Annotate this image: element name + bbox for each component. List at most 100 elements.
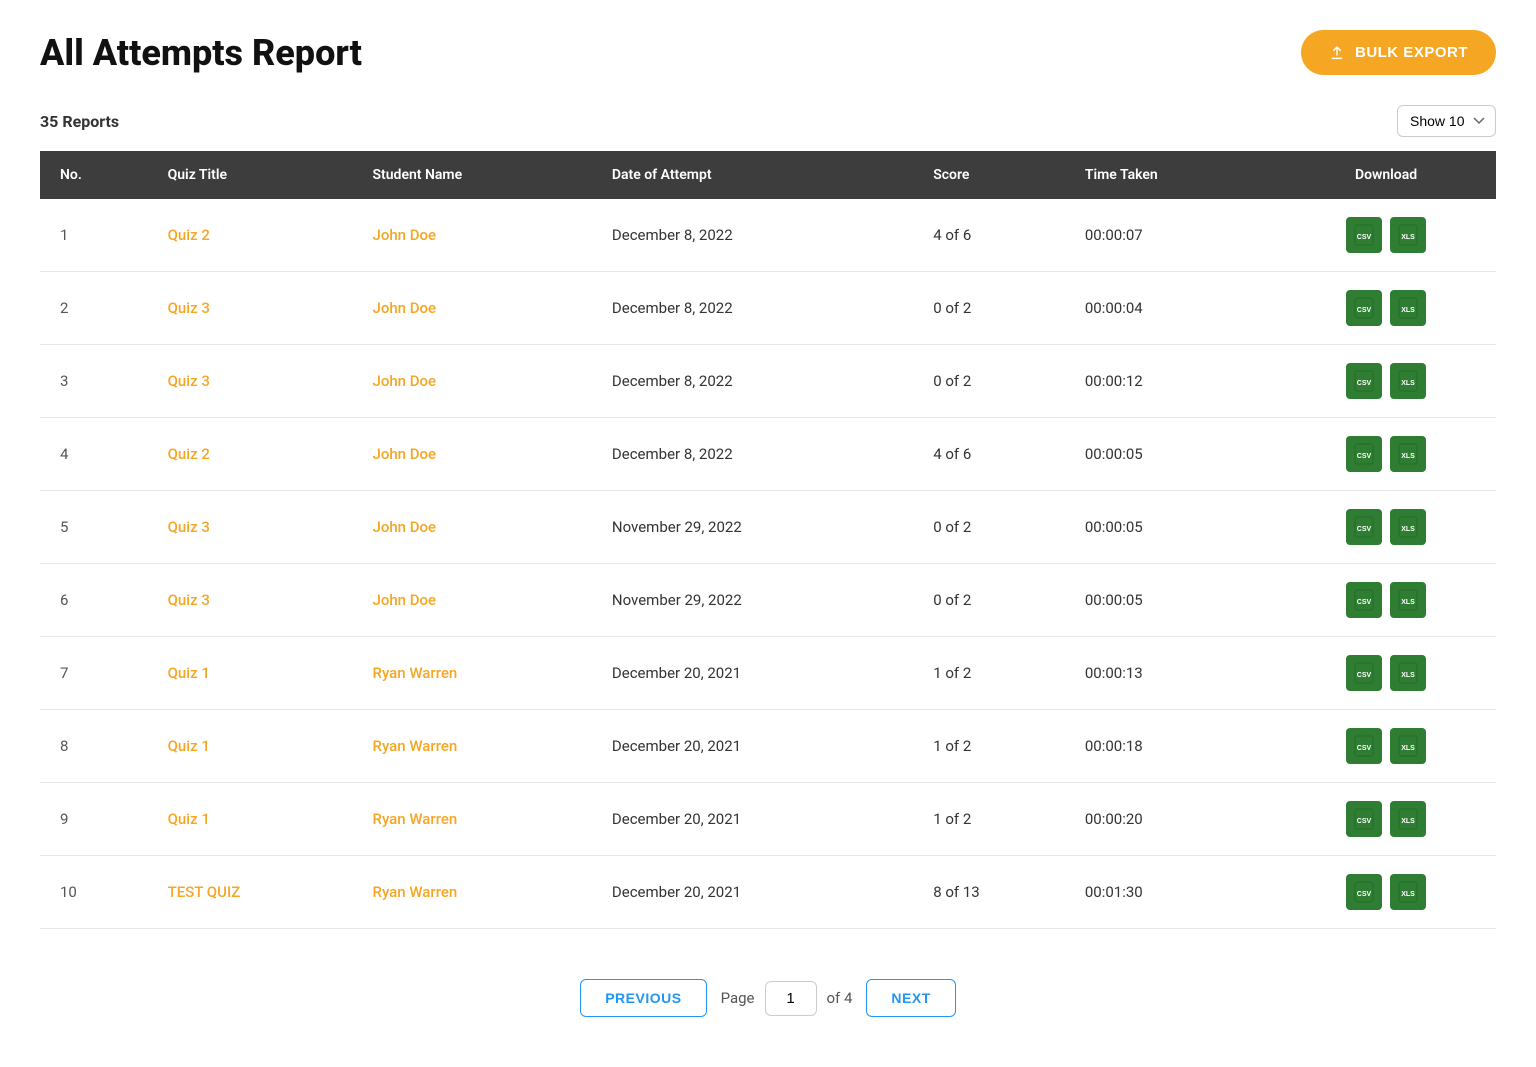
quiz-title-link[interactable]: Quiz 1 (168, 810, 210, 828)
cell-score: 1 of 2 (919, 783, 1071, 856)
csv-file-icon: CSV (1354, 297, 1374, 319)
col-time-taken: Time Taken (1071, 151, 1276, 199)
xls-file-icon: XLS (1398, 808, 1418, 830)
csv-download-button[interactable]: CSV (1346, 217, 1382, 253)
cell-date: December 20, 2021 (598, 710, 919, 783)
quiz-title-link[interactable]: Quiz 3 (168, 518, 210, 536)
svg-text:XLS: XLS (1401, 234, 1415, 241)
show-per-page-select[interactable]: Show 10 Show 25 Show 50 (1397, 105, 1496, 137)
cell-no: 10 (40, 856, 154, 929)
cell-score: 0 of 2 (919, 345, 1071, 418)
cell-score: 0 of 2 (919, 491, 1071, 564)
xls-download-button[interactable]: XLS (1390, 290, 1426, 326)
cell-quiz-title: Quiz 2 (154, 418, 359, 491)
cell-student-name: Ryan Warren (359, 710, 598, 783)
cell-download: CSV XLS (1276, 491, 1496, 564)
xls-download-button[interactable]: XLS (1390, 874, 1426, 910)
cell-date: December 8, 2022 (598, 272, 919, 345)
cell-time: 00:00:13 (1071, 637, 1276, 710)
xls-download-button[interactable]: XLS (1390, 801, 1426, 837)
cell-date: December 8, 2022 (598, 345, 919, 418)
cell-student-name: Ryan Warren (359, 856, 598, 929)
col-no: No. (40, 151, 154, 199)
student-name-link[interactable]: Ryan Warren (373, 664, 458, 682)
cell-no: 7 (40, 637, 154, 710)
page-label: Page (721, 989, 755, 1007)
student-name-link[interactable]: John Doe (373, 226, 437, 244)
csv-download-button[interactable]: CSV (1346, 801, 1382, 837)
svg-text:XLS: XLS (1401, 672, 1415, 679)
csv-file-icon: CSV (1354, 443, 1374, 465)
table-row: 3 Quiz 3 John Doe December 8, 2022 0 of … (40, 345, 1496, 418)
student-name-link[interactable]: John Doe (373, 299, 437, 317)
quiz-title-link[interactable]: Quiz 2 (168, 445, 210, 463)
cell-quiz-title: Quiz 1 (154, 783, 359, 856)
cell-date: December 20, 2021 (598, 637, 919, 710)
cell-download: CSV XLS (1276, 272, 1496, 345)
page-title: All Attempts Report (40, 32, 362, 74)
svg-text:CSV: CSV (1357, 672, 1372, 679)
xls-download-button[interactable]: XLS (1390, 728, 1426, 764)
quiz-title-link[interactable]: Quiz 2 (168, 226, 210, 244)
csv-file-icon: CSV (1354, 589, 1374, 611)
svg-text:XLS: XLS (1401, 818, 1415, 825)
csv-file-icon: CSV (1354, 662, 1374, 684)
csv-file-icon: CSV (1354, 735, 1374, 757)
xls-download-button[interactable]: XLS (1390, 363, 1426, 399)
xls-download-button[interactable]: XLS (1390, 582, 1426, 618)
cell-score: 0 of 2 (919, 564, 1071, 637)
svg-text:CSV: CSV (1357, 745, 1372, 752)
csv-file-icon: CSV (1354, 808, 1374, 830)
student-name-link[interactable]: John Doe (373, 372, 437, 390)
bulk-export-button[interactable]: BULK EXPORT (1301, 30, 1496, 75)
csv-download-button[interactable]: CSV (1346, 582, 1382, 618)
svg-text:XLS: XLS (1401, 599, 1415, 606)
csv-download-button[interactable]: CSV (1346, 290, 1382, 326)
cell-no: 4 (40, 418, 154, 491)
xls-download-button[interactable]: XLS (1390, 509, 1426, 545)
cell-quiz-title: Quiz 3 (154, 491, 359, 564)
cell-student-name: John Doe (359, 418, 598, 491)
csv-download-button[interactable]: CSV (1346, 655, 1382, 691)
quiz-title-link[interactable]: TEST QUIZ (168, 883, 241, 901)
page-number-input[interactable] (765, 981, 817, 1016)
student-name-link[interactable]: John Doe (373, 445, 437, 463)
col-quiz-title: Quiz Title (154, 151, 359, 199)
csv-download-button[interactable]: CSV (1346, 509, 1382, 545)
svg-text:CSV: CSV (1357, 891, 1372, 898)
col-download: Download (1276, 151, 1496, 199)
quiz-title-link[interactable]: Quiz 1 (168, 664, 210, 682)
student-name-link[interactable]: John Doe (373, 518, 437, 536)
col-date-of-attempt: Date of Attempt (598, 151, 919, 199)
of-pages-label: of 4 (827, 989, 853, 1007)
quiz-title-link[interactable]: Quiz 3 (168, 372, 210, 390)
cell-student-name: John Doe (359, 345, 598, 418)
quiz-title-link[interactable]: Quiz 1 (168, 737, 210, 755)
csv-download-button[interactable]: CSV (1346, 728, 1382, 764)
xls-download-button[interactable]: XLS (1390, 655, 1426, 691)
cell-time: 00:01:30 (1071, 856, 1276, 929)
cell-download: CSV XLS (1276, 418, 1496, 491)
csv-download-button[interactable]: CSV (1346, 363, 1382, 399)
xls-download-button[interactable]: XLS (1390, 436, 1426, 472)
student-name-link[interactable]: Ryan Warren (373, 883, 458, 901)
student-name-link[interactable]: Ryan Warren (373, 810, 458, 828)
cell-student-name: John Doe (359, 199, 598, 272)
cell-date: November 29, 2022 (598, 564, 919, 637)
quiz-title-link[interactable]: Quiz 3 (168, 591, 210, 609)
csv-download-button[interactable]: CSV (1346, 874, 1382, 910)
reports-count: 35 Reports (40, 112, 119, 131)
csv-file-icon: CSV (1354, 881, 1374, 903)
quiz-title-link[interactable]: Quiz 3 (168, 299, 210, 317)
csv-download-button[interactable]: CSV (1346, 436, 1382, 472)
student-name-link[interactable]: Ryan Warren (373, 737, 458, 755)
cell-student-name: Ryan Warren (359, 637, 598, 710)
csv-file-icon: CSV (1354, 224, 1374, 246)
cell-score: 8 of 13 (919, 856, 1071, 929)
svg-text:XLS: XLS (1401, 307, 1415, 314)
student-name-link[interactable]: John Doe (373, 591, 437, 609)
xls-download-button[interactable]: XLS (1390, 217, 1426, 253)
table-row: 10 TEST QUIZ Ryan Warren December 20, 20… (40, 856, 1496, 929)
xls-file-icon: XLS (1398, 224, 1418, 246)
cell-student-name: John Doe (359, 491, 598, 564)
